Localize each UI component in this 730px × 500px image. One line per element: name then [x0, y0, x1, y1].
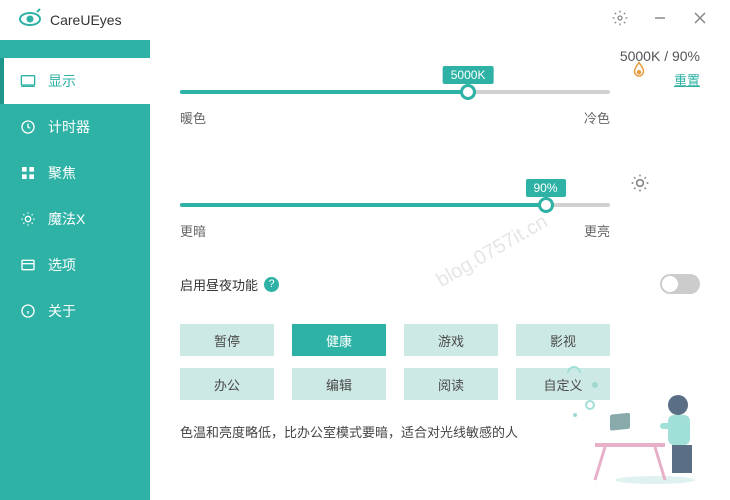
sidebar-item-label: 关于 [48, 301, 76, 321]
sun-icon [630, 173, 650, 198]
bright-label-light: 更亮 [584, 221, 610, 240]
status-text: 5000K / 90% [620, 48, 700, 64]
main-panel: 5000K / 90% 重置 5000K 暖色 冷色 90% 更暗 [150, 40, 730, 500]
mode-health[interactable]: 健康 [292, 324, 386, 356]
sidebar-item-label: 魔法X [48, 209, 85, 229]
options-icon [20, 257, 36, 273]
close-icon [694, 11, 706, 29]
sidebar-item-options[interactable]: 选项 [0, 242, 150, 288]
help-icon[interactable]: ? [264, 277, 279, 292]
temperature-slider[interactable]: 5000K [180, 90, 610, 94]
app-title: CareUEyes [50, 12, 122, 28]
gear-icon [612, 10, 628, 31]
sidebar-item-magicx[interactable]: 魔法X [0, 196, 150, 242]
illustration [560, 365, 710, 490]
mode-movie[interactable]: 影视 [516, 324, 610, 356]
brightness-slider[interactable]: 90% [180, 203, 610, 207]
daynight-row: 启用昼夜功能 ? [180, 274, 700, 294]
minimize-button[interactable] [640, 6, 680, 34]
temp-label-cool: 冷色 [584, 108, 610, 127]
sidebar-item-label: 聚焦 [48, 163, 76, 183]
slider-bubble: 5000K [443, 66, 494, 84]
mode-edit[interactable]: 编辑 [292, 368, 386, 400]
slider-thumb[interactable] [538, 197, 554, 213]
sidebar-item-label: 选项 [48, 255, 76, 275]
bright-label-dark: 更暗 [180, 221, 206, 240]
reset-link[interactable]: 重置 [674, 70, 700, 89]
sidebar: 显示 计时器 聚焦 魔法X 选项 关于 [0, 40, 150, 500]
info-icon [20, 303, 36, 319]
titlebar: CareUEyes [0, 0, 730, 40]
sidebar-item-label: 显示 [48, 71, 76, 91]
slider-thumb[interactable] [460, 84, 476, 100]
temp-label-warm: 暖色 [180, 108, 206, 127]
brightness-icon [20, 211, 36, 227]
daynight-toggle[interactable] [660, 274, 700, 294]
sidebar-item-display[interactable]: 显示 [0, 58, 150, 104]
eye-icon [18, 7, 42, 34]
daynight-label: 启用昼夜功能 [180, 275, 258, 294]
mode-game[interactable]: 游戏 [404, 324, 498, 356]
grid-icon [20, 165, 36, 181]
monitor-icon [20, 73, 36, 89]
minimize-icon [654, 11, 666, 29]
sidebar-item-timer[interactable]: 计时器 [0, 104, 150, 150]
close-button[interactable] [680, 6, 720, 34]
sidebar-item-focus[interactable]: 聚焦 [0, 150, 150, 196]
sidebar-item-about[interactable]: 关于 [0, 288, 150, 334]
mode-read[interactable]: 阅读 [404, 368, 498, 400]
sidebar-item-label: 计时器 [48, 117, 90, 137]
settings-button[interactable] [600, 6, 640, 34]
clock-icon [20, 119, 36, 135]
app-logo: CareUEyes [18, 7, 122, 34]
mode-pause[interactable]: 暂停 [180, 324, 274, 356]
mode-office[interactable]: 办公 [180, 368, 274, 400]
slider-bubble: 90% [525, 179, 565, 197]
